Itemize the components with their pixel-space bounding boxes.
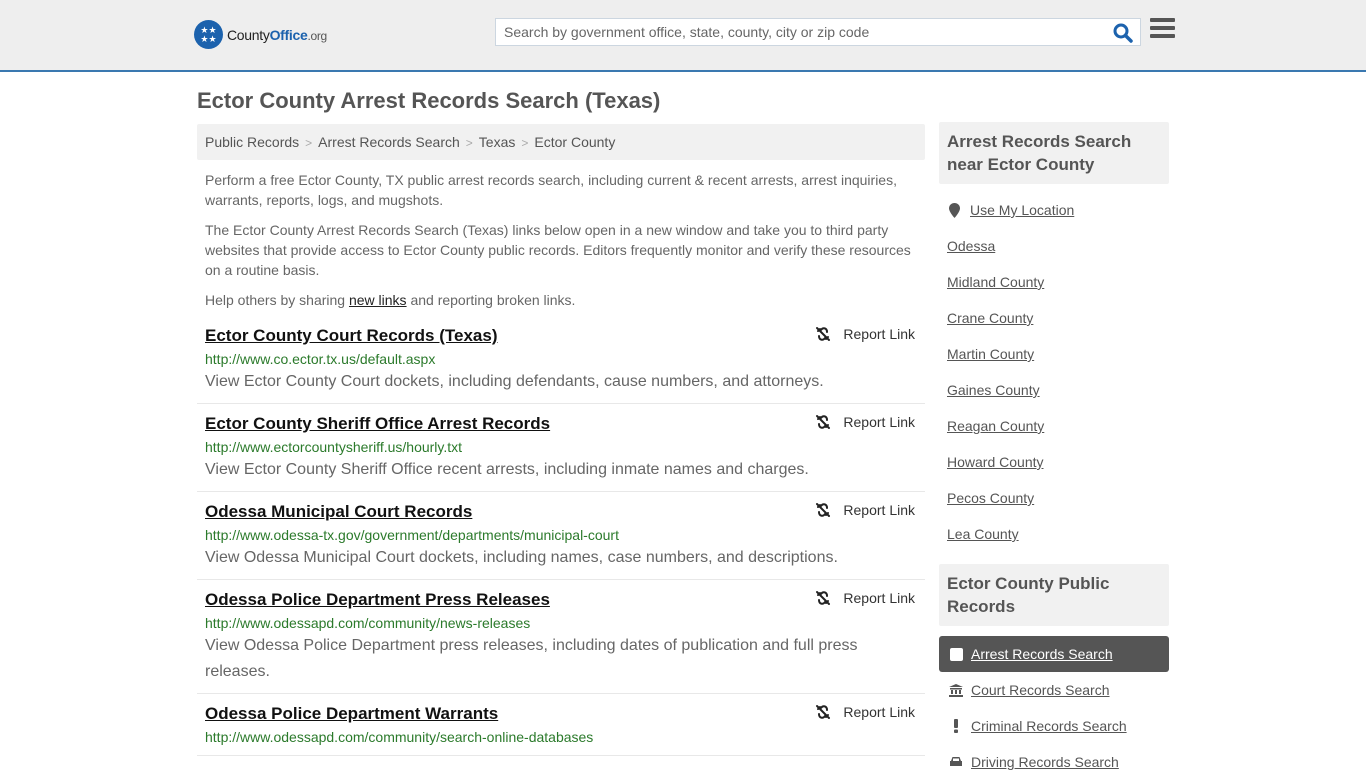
records-item-criminal[interactable]: Criminal Records Search: [939, 708, 1169, 744]
listing-title-link[interactable]: Ector County Sheriff Office Arrest Recor…: [205, 412, 550, 436]
use-my-location[interactable]: Use My Location: [947, 192, 1161, 228]
nearby-link-lea-county[interactable]: Lea County: [947, 516, 1161, 552]
listing-url: http://www.odessapd.com/community/news-r…: [205, 615, 531, 631]
nearby-list: Use My Location Odessa Midland County Cr…: [939, 184, 1169, 562]
listing-url: http://www.co.ector.tx.us/default.aspx: [205, 351, 436, 367]
records-item-court[interactable]: Court Records Search: [939, 672, 1169, 708]
listing-title-link[interactable]: Ector County Court Records (Texas): [205, 324, 498, 348]
listing-description: View Ector County Court dockets, includi…: [205, 373, 824, 390]
site-header: ★★ ★★ CountyOffice.org: [0, 0, 1366, 72]
intro-paragraph: Perform a free Ector County, TX public a…: [205, 172, 897, 208]
intro-text: Perform a free Ector County, TX public a…: [197, 170, 925, 310]
listing-title-link[interactable]: Odessa Police Department Press Releases: [205, 588, 550, 612]
square-icon: [949, 647, 963, 661]
search-icon: [1113, 23, 1133, 43]
use-my-location-link[interactable]: Use My Location: [970, 192, 1074, 228]
report-link-button[interactable]: Report Link: [815, 590, 915, 606]
nearby-link-reagan-county[interactable]: Reagan County: [947, 408, 1161, 444]
listing-item: Odessa Municipal Court Records Report Li…: [197, 492, 925, 580]
listing-url: http://www.odessa-tx.gov/government/depa…: [205, 527, 619, 543]
breadcrumb-separator: >: [521, 136, 529, 150]
listing-description: View Ector County Sheriff Office recent …: [205, 461, 809, 478]
map-marker-icon: [949, 202, 960, 218]
disclaimer-paragraph: The Ector County Arrest Records Search (…: [205, 222, 911, 278]
search-input[interactable]: [496, 19, 1096, 45]
nearby-link-midland-county[interactable]: Midland County: [947, 264, 1161, 300]
nearby-link-martin-county[interactable]: Martin County: [947, 336, 1161, 372]
listing-url: http://www.odessapd.com/community/search…: [205, 729, 594, 745]
car-icon: [949, 756, 963, 768]
sidebar: Arrest Records Search near Ector County …: [939, 122, 1169, 780]
share-paragraph: Help others by sharing new links and rep…: [205, 292, 576, 308]
broken-link-icon: [816, 705, 831, 719]
listing-url: http://www.ectorcountysheriff.us/hourly.…: [205, 439, 463, 455]
breadcrumb-separator: >: [465, 136, 473, 150]
listing-description: View Odessa Municipal Court dockets, inc…: [205, 549, 838, 566]
breadcrumb-ector-county: Ector County: [534, 134, 616, 150]
breadcrumb-arrest-records-search[interactable]: Arrest Records Search: [318, 134, 460, 150]
breadcrumb-public-records[interactable]: Public Records: [205, 134, 299, 150]
breadcrumb-texas[interactable]: Texas: [479, 134, 516, 150]
listing-item: Odessa Police Department Press Releases …: [197, 580, 925, 694]
listing-item: Ector County Court Records (Texas) Repor…: [197, 316, 925, 404]
listing-title-link[interactable]: Odessa Municipal Court Records: [205, 500, 472, 524]
nearby-link-crane-county[interactable]: Crane County: [947, 300, 1161, 336]
nearby-link-odessa[interactable]: Odessa: [947, 228, 1161, 264]
hamburger-menu-icon[interactable]: [1150, 18, 1175, 42]
nearby-heading: Arrest Records Search near Ector County: [939, 122, 1169, 184]
logo-text: CountyOffice.org: [227, 26, 327, 43]
breadcrumb-separator: >: [305, 136, 313, 150]
public-records-heading: Ector County Public Records: [939, 564, 1169, 626]
broken-link-icon: [816, 327, 831, 341]
report-link-button[interactable]: Report Link: [815, 502, 915, 518]
listing-item: Ector County Sheriff Office Arrest Recor…: [197, 404, 925, 492]
nearby-link-howard-county[interactable]: Howard County: [947, 444, 1161, 480]
report-link-button[interactable]: Report Link: [815, 414, 915, 430]
report-link-button[interactable]: Report Link: [815, 704, 915, 720]
nearby-link-pecos-county[interactable]: Pecos County: [947, 480, 1161, 516]
exclamation-icon: [949, 719, 963, 733]
courthouse-icon: [949, 683, 963, 697]
main-content: Public Records > Arrest Records Search > Tex…: [197, 124, 925, 756]
nearby-link-gaines-county[interactable]: Gaines County: [947, 372, 1161, 408]
records-item-driving[interactable]: Driving Records Search: [939, 744, 1169, 780]
eagle-logo-icon: ★★ ★★: [194, 20, 223, 49]
report-link-button[interactable]: Report Link: [815, 326, 915, 342]
records-link-court[interactable]: Court Records Search: [971, 682, 1110, 698]
page-title: Ector County Arrest Records Search (Texa…: [197, 88, 661, 113]
breadcrumb: Public Records > Arrest Records Search > Tex…: [197, 124, 925, 160]
listing-item: Odessa Police Department Warrants Report…: [197, 694, 925, 756]
search-box: [495, 18, 1141, 46]
broken-link-icon: [816, 415, 831, 429]
listing-description: View Odessa Police Department press rele…: [205, 637, 858, 680]
listing-title-link[interactable]: Odessa Police Department Warrants: [205, 702, 498, 726]
new-links-link[interactable]: new links: [349, 292, 407, 308]
records-link-arrest[interactable]: Arrest Records Search: [971, 646, 1113, 662]
search-button[interactable]: [1112, 22, 1134, 44]
broken-link-icon: [816, 591, 831, 605]
records-link-criminal[interactable]: Criminal Records Search: [971, 718, 1127, 734]
site-logo[interactable]: ★★ ★★ CountyOffice.org: [194, 20, 327, 49]
listing-description: [205, 747, 917, 755]
public-records-list: Arrest Records Search Court Records Sear…: [939, 636, 1169, 780]
records-item-arrest[interactable]: Arrest Records Search: [939, 636, 1169, 672]
broken-link-icon: [816, 503, 831, 517]
